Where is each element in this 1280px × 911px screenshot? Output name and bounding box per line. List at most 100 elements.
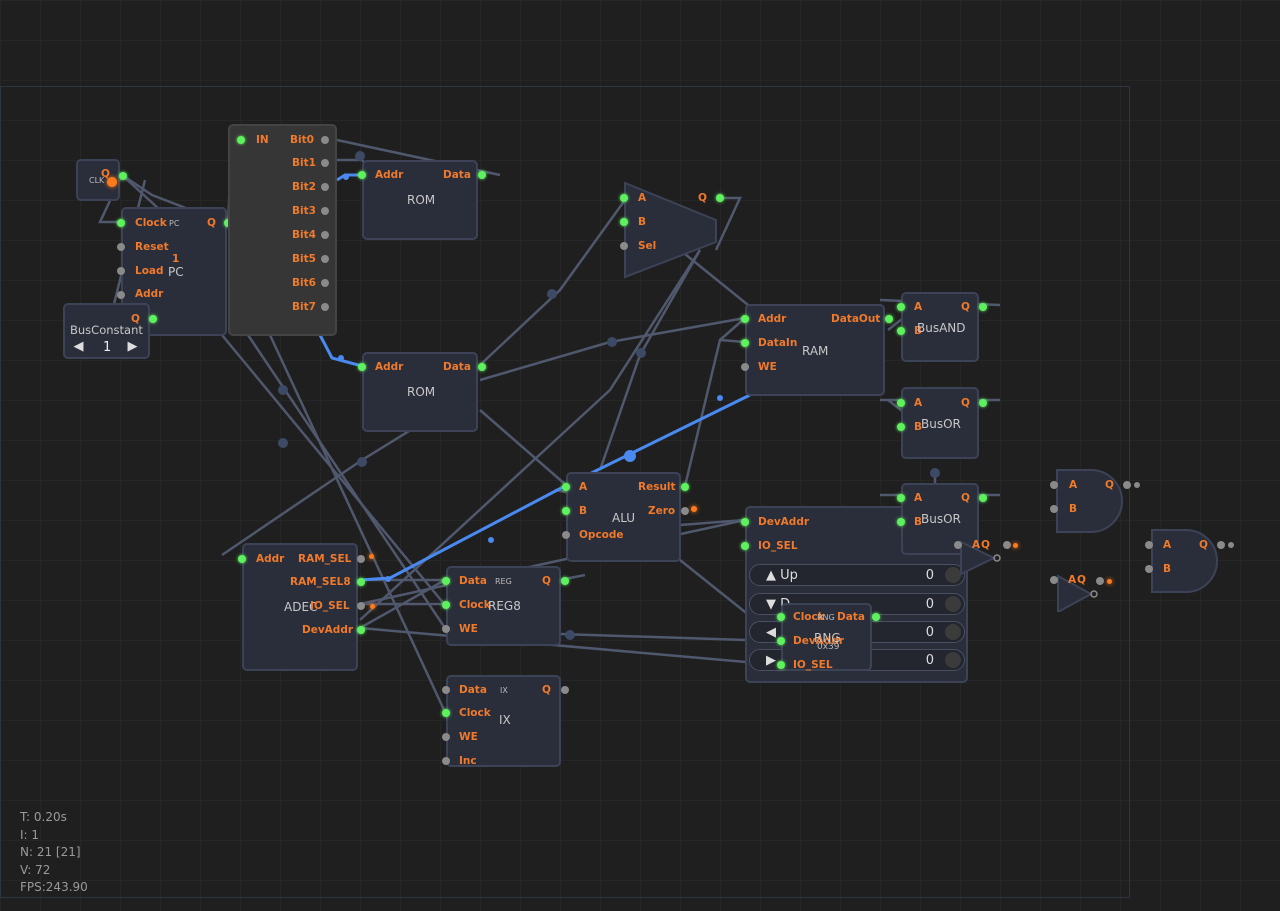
busand-a-pin[interactable] xyxy=(897,303,905,311)
and2-b-pin[interactable] xyxy=(1145,565,1153,573)
splitter-bit2-pin[interactable] xyxy=(321,183,329,191)
adec-addr-pin[interactable] xyxy=(238,555,246,563)
pc-load-pin[interactable] xyxy=(117,267,125,275)
alu-a-pin[interactable] xyxy=(562,483,570,491)
ram-dataout-pin[interactable] xyxy=(885,315,893,323)
rng-devaddr-pin[interactable] xyxy=(777,637,785,645)
ram-node[interactable]: Addr DataOut DataIn RAM WE xyxy=(741,304,893,396)
rom2-data-pin[interactable] xyxy=(478,363,486,371)
and1-q-pin[interactable] xyxy=(1123,481,1131,489)
rng-clock-pin[interactable] xyxy=(777,613,785,621)
busconst-q-pin[interactable] xyxy=(149,315,157,323)
adec-io-sel-pin[interactable] xyxy=(357,602,365,610)
decrement-button[interactable]: ◀ xyxy=(69,338,88,355)
busor2-q-pin[interactable] xyxy=(979,494,987,502)
and-gate-1[interactable] xyxy=(1055,468,1127,534)
ram-we-pin[interactable] xyxy=(741,363,749,371)
busand-q-pin[interactable] xyxy=(979,303,987,311)
and2-q-dot xyxy=(1228,542,1234,548)
busand-b-pin[interactable] xyxy=(897,327,905,335)
splitter-bit6-pin[interactable] xyxy=(321,279,329,287)
not1-q-pin[interactable] xyxy=(1003,541,1011,549)
busor2-a-pin[interactable] xyxy=(897,494,905,502)
wire-joint xyxy=(278,385,288,395)
bus-and-node[interactable]: A Q B BusAND xyxy=(897,292,987,362)
rom-node-1[interactable]: Addr Data ROM xyxy=(358,160,486,240)
busor1-q-pin[interactable] xyxy=(979,399,987,407)
and2-q-pin[interactable] xyxy=(1217,541,1225,549)
splitter-in-pin[interactable] xyxy=(237,136,245,144)
rom2-addr-pin[interactable] xyxy=(358,363,366,371)
ix-we-pin[interactable] xyxy=(442,733,450,741)
reg8-clock-pin[interactable] xyxy=(442,601,450,609)
splitter-bit3-pin[interactable] xyxy=(321,207,329,215)
increment-button[interactable]: ▶ xyxy=(123,338,142,355)
splitter-bit0-pin[interactable] xyxy=(321,136,329,144)
mux-a-pin[interactable] xyxy=(620,194,628,202)
busor1-b-pin[interactable] xyxy=(897,423,905,431)
bus-or-node-1[interactable]: A Q B BusOR xyxy=(897,387,987,459)
rom1-addr-pin[interactable] xyxy=(358,171,366,179)
rng-node[interactable]: Clock RNG Data DevAddr RNG 0x39 IO_SEL xyxy=(777,603,880,671)
splitter-bit7-pin[interactable] xyxy=(321,303,329,311)
io-devaddr-pin[interactable] xyxy=(741,518,749,526)
and1-a-pin[interactable] xyxy=(1050,481,1058,489)
alu-result-pin[interactable] xyxy=(681,483,689,491)
io-right-knob[interactable] xyxy=(945,652,961,668)
ix-clock-pin[interactable] xyxy=(442,709,450,717)
alu-opcode-pin[interactable] xyxy=(562,531,570,539)
pc-addr-pin[interactable] xyxy=(117,291,125,299)
reg8-data-pin[interactable] xyxy=(442,577,450,585)
reg8-q-pin[interactable] xyxy=(561,577,569,585)
adec-devaddr-label: DevAddr xyxy=(302,624,354,636)
adec-node[interactable]: Addr RAM_SEL RAM_SEL8 ADEC IO_SEL DevAdd… xyxy=(238,543,365,671)
not2-q-pin[interactable] xyxy=(1096,577,1104,585)
rng-io-sel-pin[interactable] xyxy=(777,661,785,669)
adec-devaddr-pin[interactable] xyxy=(357,626,365,634)
pc-reset-pin[interactable] xyxy=(117,243,125,251)
reg8-we-pin[interactable] xyxy=(442,625,450,633)
ix-we-label: WE xyxy=(459,731,478,743)
rng-data-pin[interactable] xyxy=(872,613,880,621)
pc-clock-pin[interactable] xyxy=(117,219,125,227)
splitter-bit5-pin[interactable] xyxy=(321,255,329,263)
alu-zero-pin[interactable] xyxy=(681,507,689,515)
ram-addr-pin[interactable] xyxy=(741,315,749,323)
wire xyxy=(479,409,567,486)
and2-a-pin[interactable] xyxy=(1145,541,1153,549)
wire xyxy=(221,410,441,557)
mux-q-pin[interactable] xyxy=(716,194,724,202)
busor1-a-pin[interactable] xyxy=(897,399,905,407)
rom-node-2[interactable]: Addr Data ROM xyxy=(358,352,486,432)
ix-data-pin[interactable] xyxy=(442,686,450,694)
busor2-b-pin[interactable] xyxy=(897,518,905,526)
ix-inc-pin[interactable] xyxy=(442,757,450,765)
rom1-data-pin[interactable] xyxy=(478,171,486,179)
ix-node[interactable]: Data IX Q Clock IX WE Inc xyxy=(442,675,569,767)
not1-q-label: Q xyxy=(981,539,990,551)
ram-datain-pin[interactable] xyxy=(741,339,749,347)
clock-node[interactable]: Q CLK xyxy=(76,159,127,201)
alu-b-pin[interactable] xyxy=(562,507,570,515)
ix-q-pin[interactable] xyxy=(561,686,569,694)
splitter-bit1-pin[interactable] xyxy=(321,159,329,167)
pc-reset-label: Reset xyxy=(135,241,169,253)
alu-node[interactable]: A Result B ALU Zero Opcode xyxy=(562,472,689,562)
io-left-knob[interactable] xyxy=(945,624,961,640)
clock-q-pin[interactable] xyxy=(119,172,127,180)
not2-a-pin[interactable] xyxy=(1050,576,1058,584)
adec-ram-sel-pin[interactable] xyxy=(357,555,365,563)
io-button-up[interactable]: ▲ Up 0 xyxy=(749,564,965,586)
and1-b-pin[interactable] xyxy=(1050,505,1058,513)
adec-ram-sel8-pin[interactable] xyxy=(357,578,365,586)
splitter-bit4-pin[interactable] xyxy=(321,231,329,239)
bus-constant-node[interactable]: Q BusConstant ◀ 1 ▶ xyxy=(63,303,157,359)
io-io-sel-pin[interactable] xyxy=(741,542,749,550)
not1-a-pin[interactable] xyxy=(954,541,962,549)
and-gate-2[interactable] xyxy=(1150,528,1222,594)
splitter-node[interactable]: IN Bit0 Bit1 Bit2 Bit3 Bit4 Bit5 Bit6 Bi… xyxy=(228,124,337,336)
io-down-knob[interactable] xyxy=(945,596,961,612)
mux-sel-pin[interactable] xyxy=(620,242,628,250)
reg8-node[interactable]: Data REG Q Clock REG8 WE xyxy=(442,566,569,646)
mux-b-pin[interactable] xyxy=(620,218,628,226)
